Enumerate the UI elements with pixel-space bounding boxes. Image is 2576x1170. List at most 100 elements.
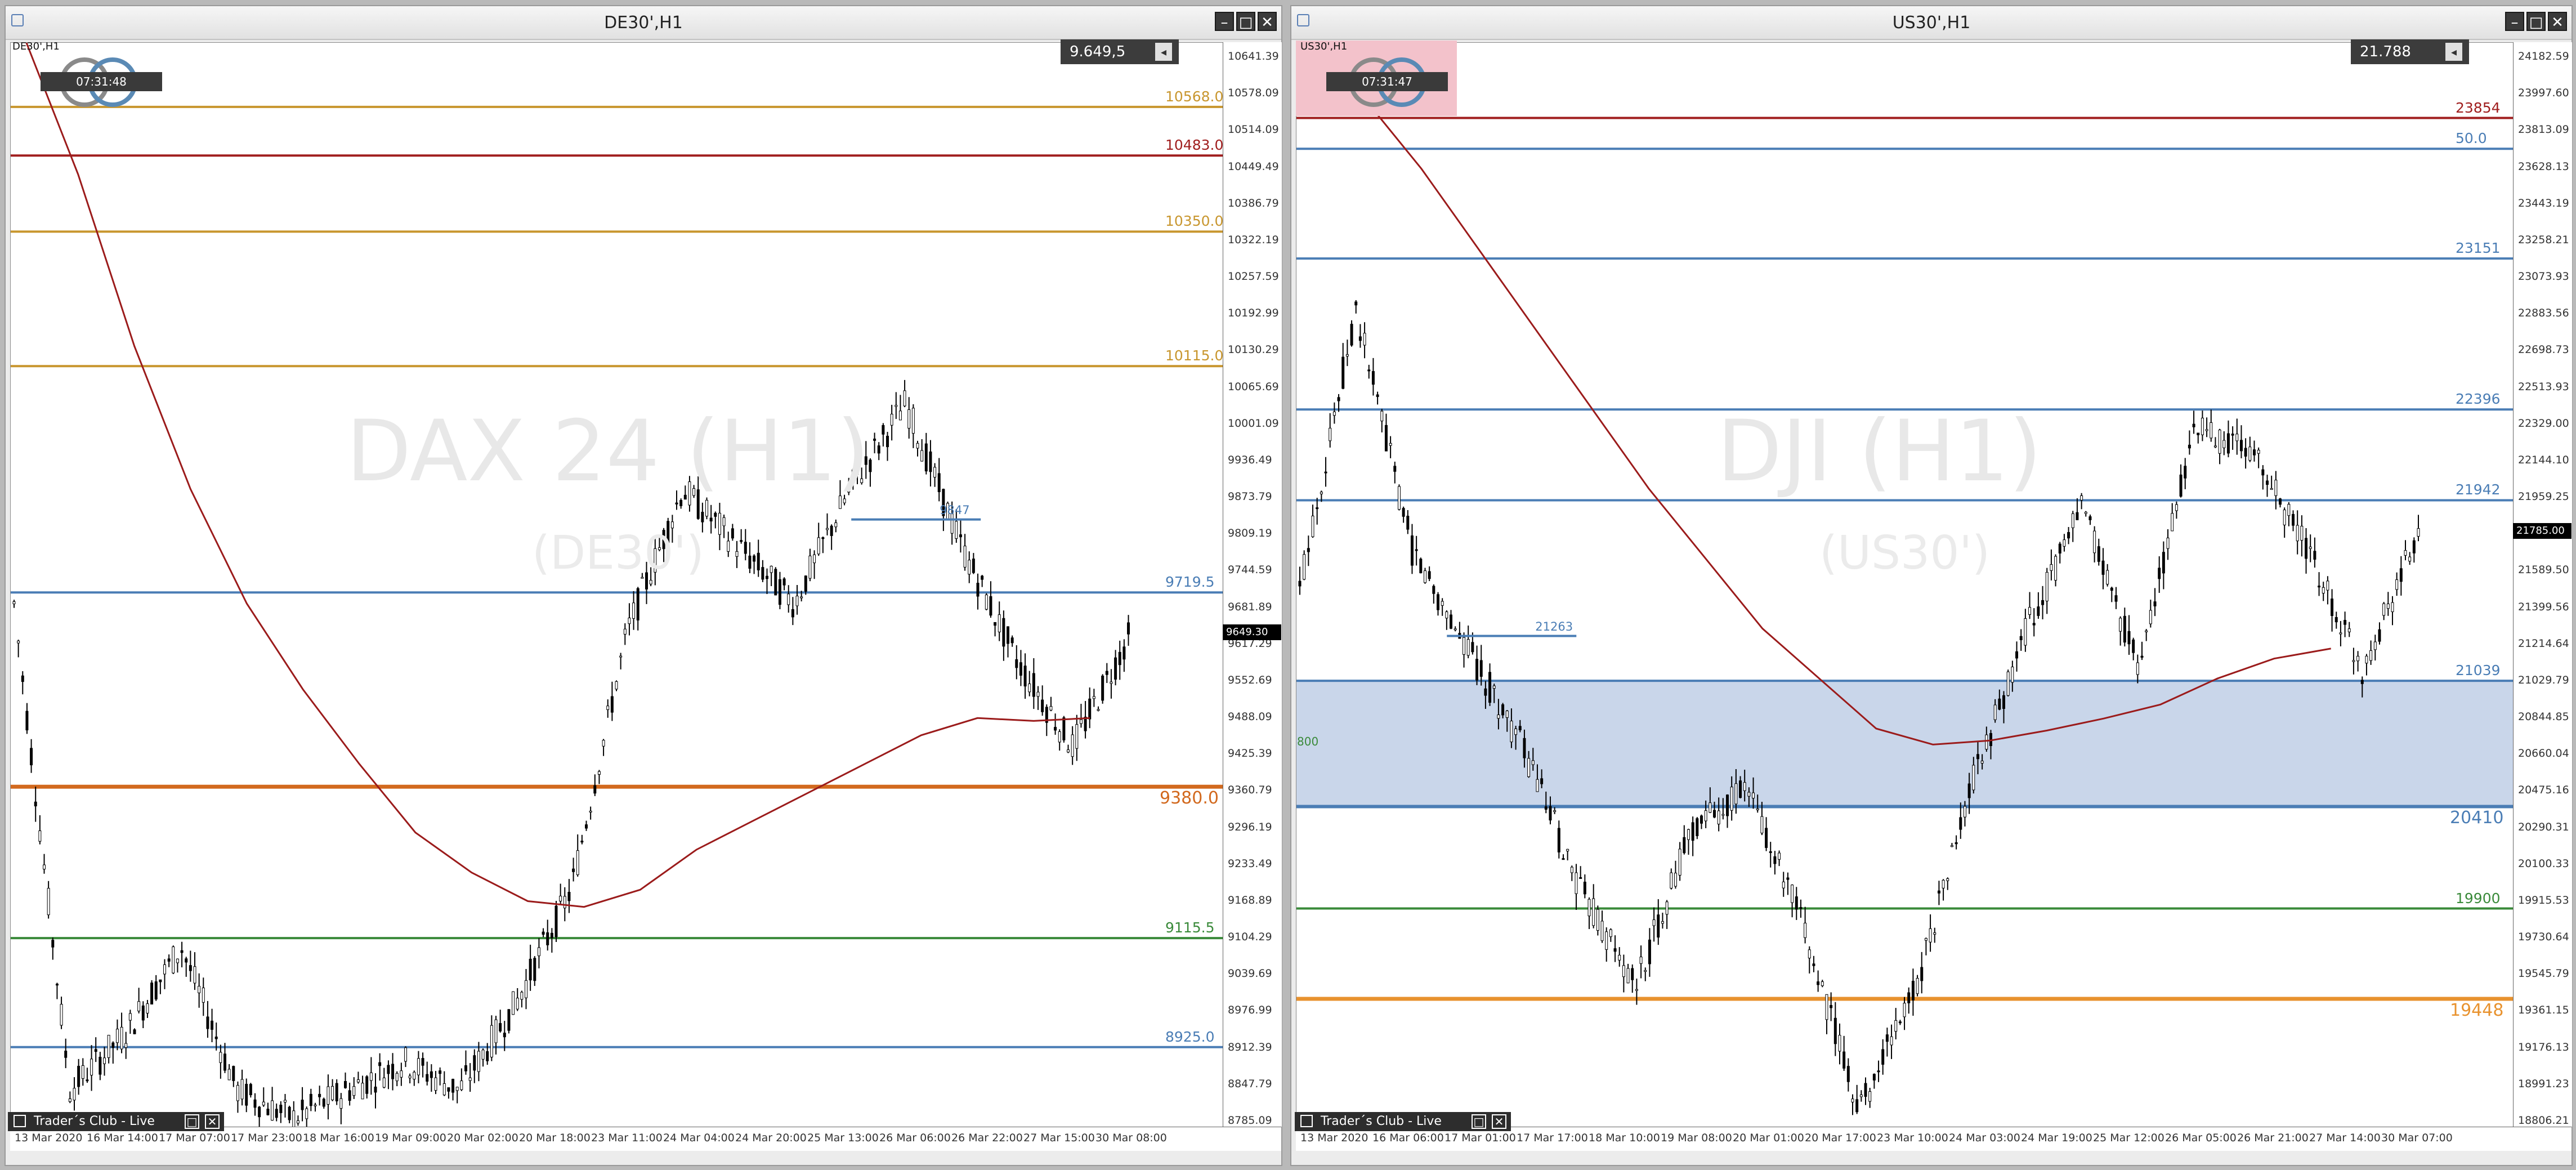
maximize-icon[interactable]: □ bbox=[1472, 1114, 1486, 1129]
pin-icon[interactable]: ◂ bbox=[2445, 43, 2462, 61]
price-axis-us30[interactable]: 24182.59 23997.60 23813.09 23628.13 23443.19… bbox=[2513, 42, 2572, 1127]
minimize-icon[interactable]: – bbox=[1215, 12, 1234, 31]
trading-panel[interactable]: Trader´s Club - Live □ ✕ bbox=[1295, 1112, 1511, 1131]
candle-body bbox=[1376, 394, 1379, 398]
candle-body bbox=[1946, 878, 1949, 881]
candle-body bbox=[322, 1098, 325, 1107]
candle-body bbox=[1652, 919, 1656, 926]
maximize-icon[interactable]: □ bbox=[1236, 12, 1255, 31]
candle-body bbox=[1830, 1005, 1833, 1008]
minimize-icon[interactable]: – bbox=[2505, 12, 2524, 31]
price-badge[interactable]: 21.788 ◂ bbox=[2351, 39, 2469, 64]
candle-body bbox=[1450, 614, 1453, 629]
candle-body bbox=[2197, 432, 2200, 435]
price-tick: 10130.29 bbox=[1228, 343, 1279, 356]
candle-body bbox=[1428, 571, 1431, 579]
candle-body bbox=[90, 1059, 93, 1076]
titlebar-de30[interactable]: DE30',H1 – □ ✕ bbox=[6, 6, 1281, 40]
candle-body bbox=[787, 593, 790, 605]
candle-body bbox=[223, 1053, 227, 1071]
candle-body bbox=[1105, 671, 1108, 675]
chart-canvas-us30[interactable] bbox=[1296, 43, 2514, 1127]
candle-body bbox=[1734, 783, 1738, 805]
price-tick: 10449.49 bbox=[1228, 160, 1279, 173]
time-tick: 23 Mar 11:00 bbox=[591, 1132, 663, 1144]
maximize-icon[interactable]: □ bbox=[2526, 12, 2546, 31]
candle-body bbox=[976, 583, 980, 597]
candle-body bbox=[2037, 606, 2040, 616]
chart-window-us30[interactable]: US30',H1 – □ ✕ 24182.59 23997.60 23813.09 2… bbox=[1290, 5, 2573, 1166]
time-tick: 16 Mar 14:00 bbox=[87, 1132, 158, 1144]
candle-body bbox=[2313, 551, 2316, 560]
candle-body bbox=[391, 1064, 395, 1079]
candle-body bbox=[1432, 586, 1435, 594]
time-tick: 17 Mar 23:00 bbox=[231, 1132, 302, 1144]
close-icon[interactable]: ✕ bbox=[205, 1114, 220, 1129]
candle-body bbox=[520, 992, 524, 1000]
candle-body bbox=[1635, 989, 1638, 991]
candle-body bbox=[163, 964, 167, 975]
candle-body bbox=[1967, 783, 1971, 798]
chart-area-us30[interactable] bbox=[1296, 42, 2514, 1128]
candle-body bbox=[198, 986, 201, 993]
candle-body bbox=[924, 443, 928, 472]
time-tick: 16 Mar 06:00 bbox=[1372, 1132, 1444, 1144]
candle-body bbox=[1092, 696, 1095, 699]
price-axis-de30[interactable]: 10641.39 10578.09 10514.09 10449.49 10386.79… bbox=[1223, 42, 1282, 1127]
candle-body bbox=[348, 1090, 351, 1101]
chart-area-de30[interactable] bbox=[10, 42, 1224, 1128]
candle-body bbox=[1678, 849, 1681, 876]
candle-body bbox=[1717, 810, 1720, 825]
candle-body bbox=[774, 569, 777, 596]
candle-body bbox=[365, 1076, 369, 1094]
candle-body bbox=[327, 1086, 330, 1105]
candle-body bbox=[718, 512, 721, 535]
candle-body bbox=[219, 1052, 222, 1063]
candle-body bbox=[1410, 535, 1414, 566]
trading-panel[interactable]: Trader´s Club - Live □ ✕ bbox=[8, 1112, 224, 1131]
chart-window-de30[interactable]: DE30',H1 – □ ✕ 10641.39 10578.09 10514.09 1… bbox=[5, 5, 1282, 1166]
candle-body bbox=[1799, 907, 1803, 909]
price-tick: 8785.09 bbox=[1228, 1114, 1272, 1127]
candle-body bbox=[1122, 646, 1126, 660]
candle-body bbox=[525, 980, 528, 998]
candle-body bbox=[2084, 512, 2087, 514]
candle-body bbox=[1868, 1091, 1872, 1102]
candle-body bbox=[1488, 672, 1492, 703]
candle-body bbox=[2024, 618, 2027, 646]
candle-body bbox=[503, 1033, 506, 1038]
close-icon[interactable]: ✕ bbox=[2548, 12, 2567, 31]
supply-zone[interactable] bbox=[1296, 681, 2514, 807]
maximize-icon[interactable]: □ bbox=[185, 1114, 199, 1129]
candle-body bbox=[766, 575, 769, 579]
candle-body bbox=[2331, 599, 2334, 616]
time-tick: 25 Mar 12:00 bbox=[2093, 1132, 2164, 1144]
candle-body bbox=[167, 958, 171, 962]
candle-body bbox=[2166, 537, 2170, 549]
time-tick: 17 Mar 01:00 bbox=[1444, 1132, 1516, 1144]
candle-body bbox=[903, 390, 906, 407]
candle-body bbox=[154, 981, 158, 1000]
candle-body bbox=[430, 1071, 433, 1078]
close-icon[interactable]: ✕ bbox=[1258, 12, 1277, 31]
level-label: 10483.0 bbox=[1165, 137, 1224, 154]
pin-icon[interactable]: ◂ bbox=[1155, 43, 1172, 61]
chart-canvas-de30[interactable] bbox=[11, 43, 1223, 1127]
time-tick: 17 Mar 17:00 bbox=[1517, 1132, 1588, 1144]
candle-body bbox=[1933, 932, 1937, 935]
candle-body bbox=[1466, 639, 1470, 656]
price-tick: 8847.79 bbox=[1228, 1077, 1272, 1090]
candle-body bbox=[1825, 994, 1828, 1020]
candle-body bbox=[1596, 909, 1599, 931]
time-tick: 27 Mar 15:00 bbox=[1023, 1132, 1095, 1144]
candle-body bbox=[576, 850, 579, 876]
close-icon[interactable]: ✕ bbox=[1492, 1114, 1506, 1129]
candle-body bbox=[1605, 931, 1608, 950]
candle-body bbox=[77, 1066, 80, 1087]
titlebar-us30[interactable]: US30',H1 – □ ✕ bbox=[1291, 6, 2571, 40]
candle-body bbox=[1350, 324, 1353, 346]
price-badge[interactable]: 9.649,5 ◂ bbox=[1061, 39, 1179, 64]
time-tick: 20 Mar 18:00 bbox=[519, 1132, 591, 1144]
candle-body bbox=[761, 567, 764, 580]
level-label: 10115.0 bbox=[1165, 347, 1224, 364]
